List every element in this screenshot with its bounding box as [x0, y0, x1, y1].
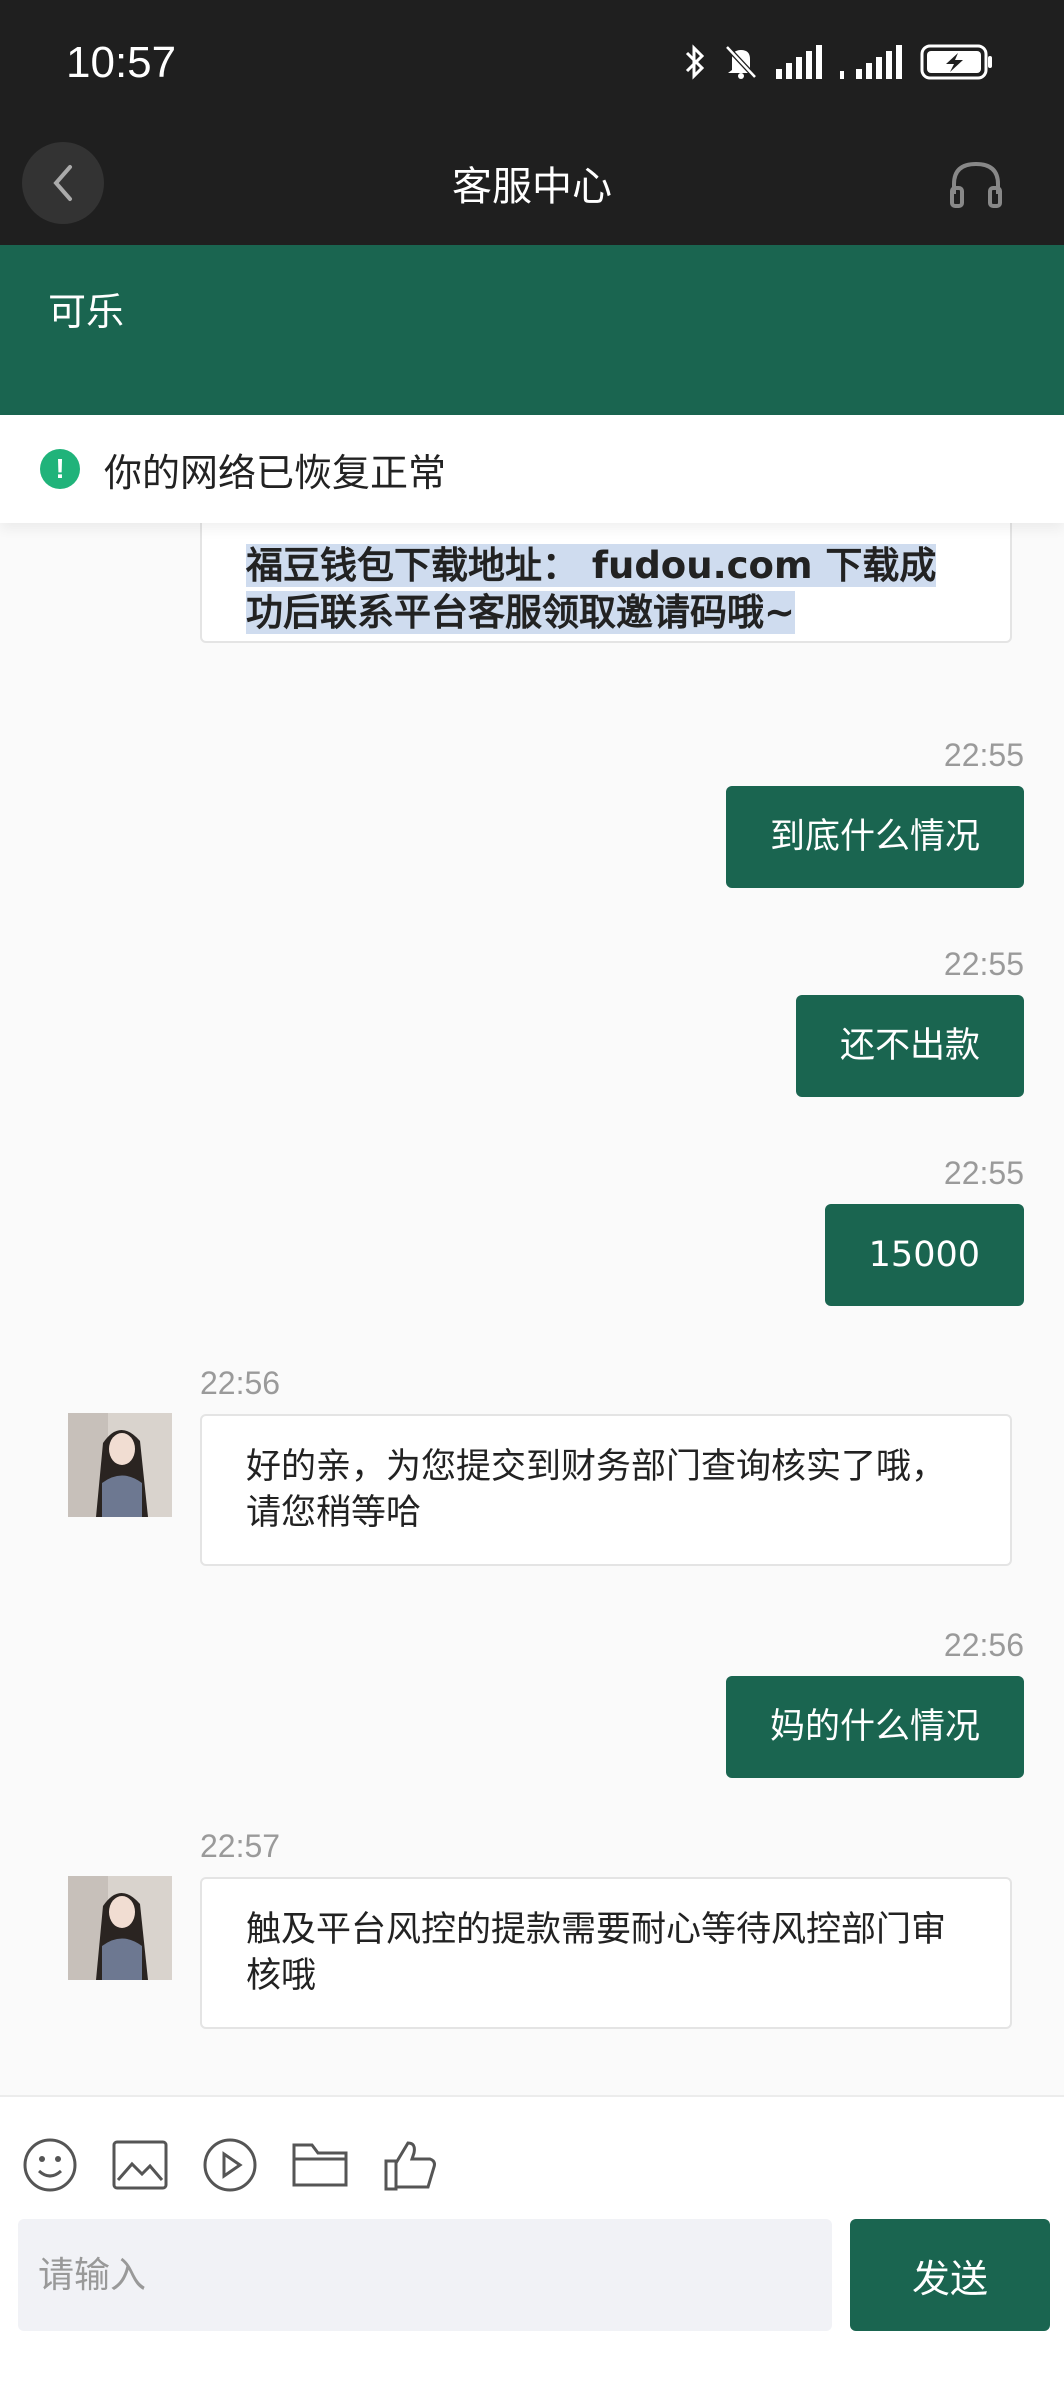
thumbs-up-icon: [384, 2141, 436, 2191]
emoji-icon: [23, 2138, 77, 2192]
bluetooth-icon: [685, 44, 705, 80]
battery-charging-icon: [920, 44, 992, 80]
message-time: 22:57: [200, 1828, 281, 1864]
folder-icon: [292, 2143, 348, 2187]
agent-avatar[interactable]: [68, 1413, 172, 1517]
message-text: 福豆钱包下载地址： fudou.com 下载成功后联系平台客服领取邀请码哦~: [246, 544, 937, 634]
file-button[interactable]: [292, 2137, 348, 2193]
composer: 发送: [0, 2095, 1064, 2402]
status-icons: [684, 44, 994, 80]
message-time: 22:56: [943, 1627, 1024, 1663]
signal-icon: [840, 45, 902, 79]
message-input[interactable]: [18, 2219, 832, 2331]
mute-bell-icon: [725, 45, 757, 79]
network-banner: ! 你的网络已恢复正常: [0, 415, 1064, 523]
agent-name: 可乐: [48, 290, 125, 334]
headset-icon: [950, 161, 1002, 208]
headset-button[interactable]: [948, 158, 1004, 214]
emoji-button[interactable]: [22, 2137, 78, 2193]
status-bar: 10:57: [0, 0, 1064, 130]
message-bubble-outgoing: 到底什么情况: [725, 786, 1024, 888]
title-bar: 客服中心: [0, 130, 1064, 245]
message-bubble-incoming: 福豆钱包下载地址： fudou.com 下载成功后联系平台客服领取邀请码哦~: [200, 523, 1012, 643]
signal-icon: [776, 45, 822, 79]
message-time: 22:55: [943, 1155, 1024, 1191]
video-icon: [203, 2138, 257, 2192]
agent-header: 可乐: [0, 245, 1064, 415]
message-time: 22:55: [943, 737, 1024, 773]
send-button[interactable]: 发送: [850, 2219, 1050, 2331]
network-status-text: 你的网络已恢复正常: [104, 450, 447, 495]
alert-icon: !: [40, 449, 80, 489]
message-time: 22:55: [943, 946, 1024, 982]
message-bubble-outgoing: 15000: [824, 1204, 1024, 1306]
page-title: 客服中心: [452, 164, 612, 210]
message-time: 22:56: [200, 1365, 281, 1401]
agent-avatar[interactable]: [68, 1876, 172, 1980]
status-time: 10:57: [66, 38, 177, 87]
message-bubble-outgoing: 还不出款: [795, 995, 1024, 1097]
message-bubble-incoming: 好的亲，为您提交到财务部门查询核实了哦，请您稍等哈: [200, 1414, 1012, 1566]
image-button[interactable]: [112, 2137, 168, 2193]
message-bubble-outgoing: 妈的什么情况: [725, 1676, 1024, 1778]
message-bubble-incoming: 触及平台风控的提款需要耐心等待风控部门审核哦: [200, 1877, 1012, 2029]
image-icon: [112, 2140, 168, 2190]
chat-area[interactable]: 福豆钱包下载地址： fudou.com 下载成功后联系平台客服领取邀请码哦~ 2…: [0, 523, 1064, 2095]
composer-toolbar: [22, 2137, 438, 2193]
like-button[interactable]: [382, 2137, 438, 2193]
video-button[interactable]: [202, 2137, 258, 2193]
